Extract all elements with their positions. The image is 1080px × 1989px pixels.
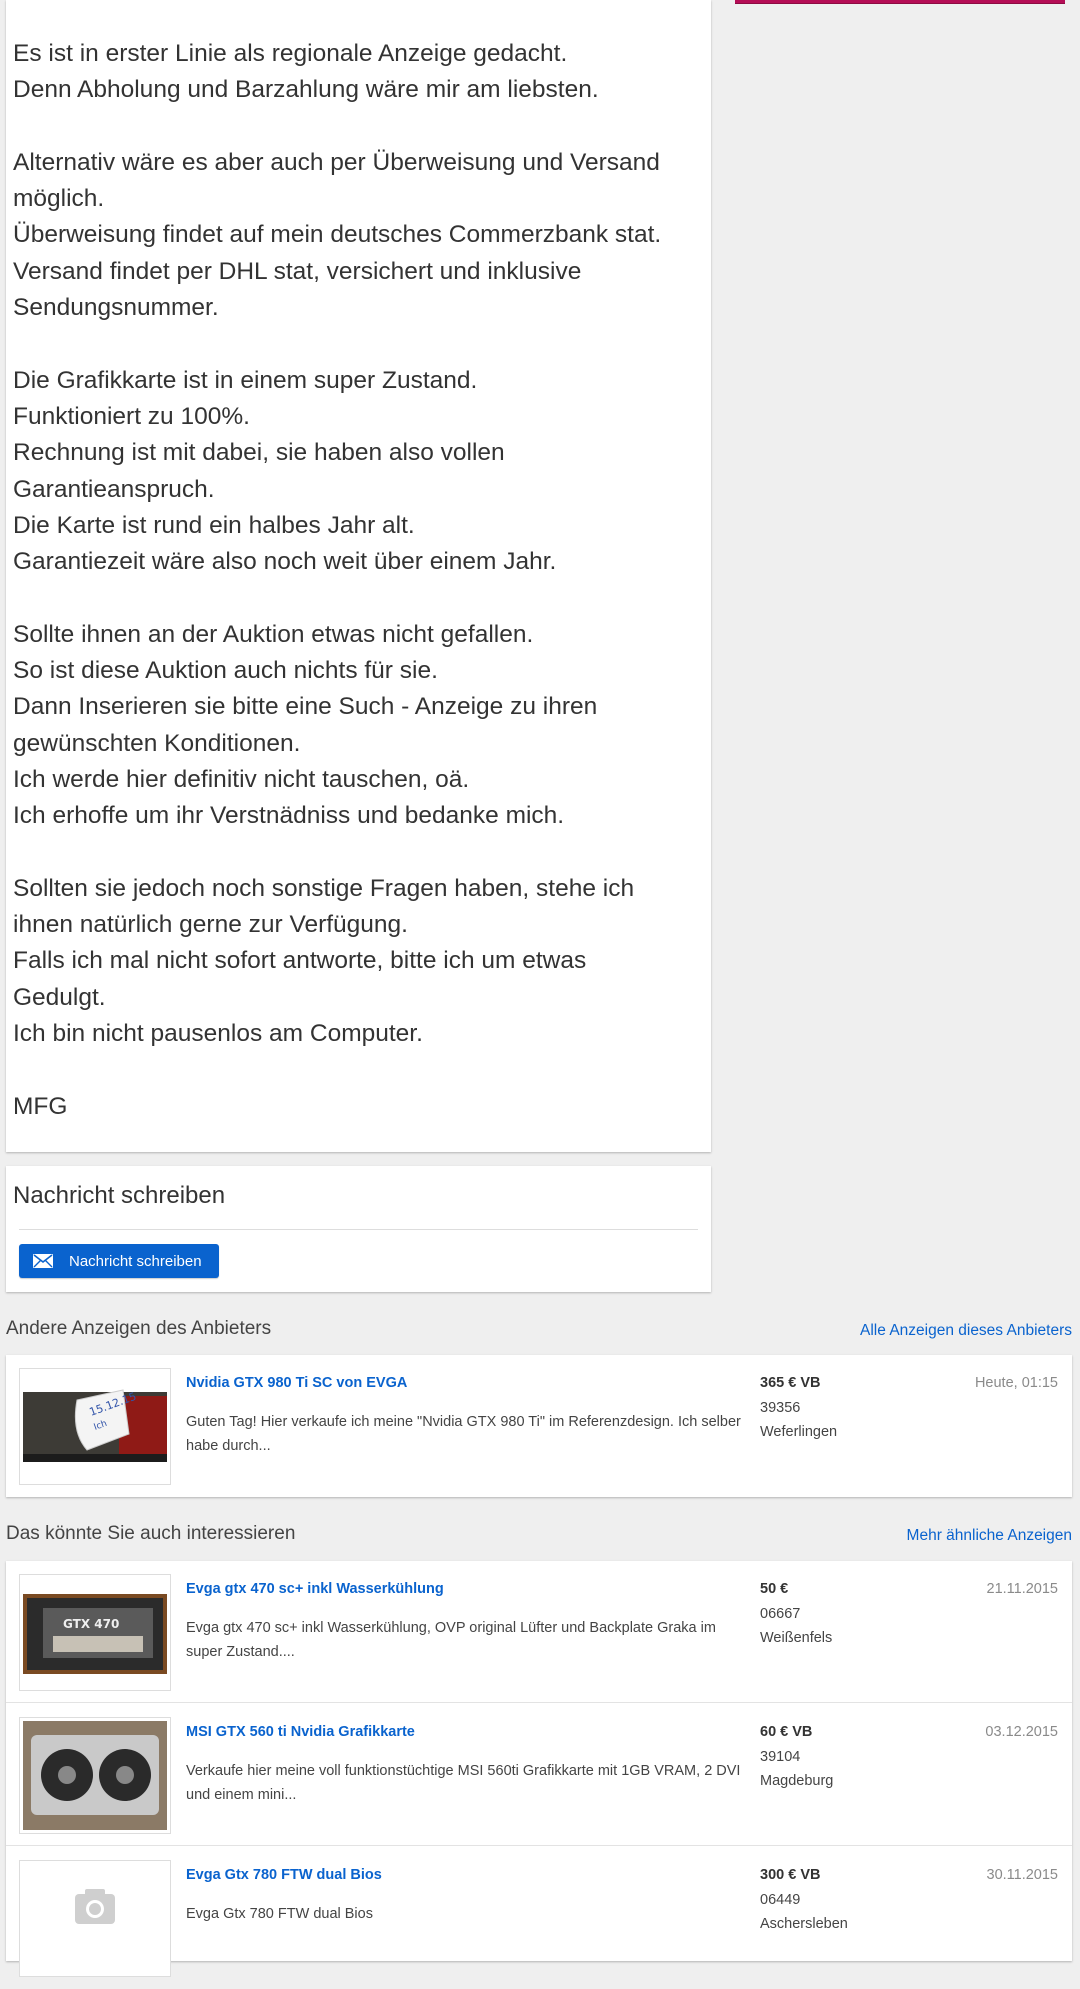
description-line: Sollten sie jedoch noch sonstige Fragen …: [13, 874, 635, 902]
listing-description: Guten Tag! Hier verkaufe ich meine "Nvid…: [186, 1414, 741, 1454]
sidebar-accent-bar: [735, 0, 1065, 4]
listing-thumbnail[interactable]: [19, 1860, 171, 1977]
description-line: Sendungsnummer.: [13, 294, 219, 322]
description-line: Sollte ihnen an der Auktion etwas nicht …: [13, 620, 534, 648]
description-line: MFG: [13, 1092, 68, 1120]
divider: [6, 1702, 1072, 1703]
all-seller-ads-link[interactable]: Alle Anzeigen dieses Anbieters: [860, 1322, 1072, 1340]
write-message-button[interactable]: Nachricht schreiben: [19, 1244, 219, 1278]
write-message-button-label: Nachricht schreiben: [69, 1252, 202, 1270]
listing-price: 300 € VB: [760, 1867, 821, 1883]
description-line: Denn Abholung und Barzahlung wäre mir am…: [13, 76, 599, 104]
listing-title[interactable]: Evga gtx 470 sc+ inkl Wasserkühlung: [186, 1581, 444, 1597]
ad-description: Es ist in erster Linie als regionale Anz…: [13, 36, 698, 1125]
divider: [6, 1845, 1072, 1846]
description-line: Ich bin nicht pausenlos am Computer.: [13, 1020, 423, 1048]
description-line: möglich.: [13, 185, 105, 213]
description-line: Ich erhoffe um ihr Verstnädniss und beda…: [13, 802, 565, 830]
description-line: Funktioniert zu 100%.: [13, 402, 250, 430]
description-line: Dann Inserieren sie bitte eine Such - An…: [13, 693, 598, 721]
listing-city: Weißenfels: [760, 1630, 833, 1646]
description-line: Es ist in erster Linie als regionale Anz…: [13, 40, 568, 67]
description-line: Gedulgt.: [13, 983, 106, 1011]
description-line: Ich werde hier definitiv nicht tauschen,…: [13, 765, 470, 793]
list-item[interactable]: MSI GTX 560 ti Nvidia Grafikkarte Verkau…: [6, 1704, 1072, 1846]
listing-city: Weferlingen: [760, 1424, 838, 1440]
description-line: [13, 835, 698, 871]
listing-title[interactable]: Evga Gtx 780 FTW dual Bios: [186, 1867, 382, 1883]
description-line: [13, 326, 698, 362]
listing-thumbnail[interactable]: GTX 470: [19, 1574, 171, 1691]
description-line: [13, 1052, 698, 1088]
listing-zip: 06667: [760, 1606, 801, 1622]
description-line: ihnen natürlich gerne zur Verfügung.: [13, 911, 408, 939]
listing-price: 365 € VB: [760, 1375, 821, 1391]
listing-description: Evga gtx 470 sc+ inkl Wasserkühlung, OVP…: [186, 1620, 716, 1660]
description-line: Die Grafikkarte ist in einem super Zusta…: [13, 366, 478, 394]
description-line: So ist diese Auktion auch nichts für sie…: [13, 657, 438, 685]
description-line: Versand findet per DHL stat, versichert …: [13, 257, 582, 285]
description-line: gewünschten Konditionen.: [13, 729, 301, 757]
listing-title[interactable]: MSI GTX 560 ti Nvidia Grafikkarte: [186, 1724, 415, 1740]
listing-date: 21.11.2015: [986, 1581, 1059, 1597]
list-item[interactable]: 15.12.15 Ich Nvidia GTX 980 Ti SC von EV…: [6, 1355, 1072, 1497]
listing-date: 03.12.2015: [985, 1724, 1058, 1740]
gpu-photo-image: 15.12.15 Ich: [23, 1372, 167, 1481]
more-similar-ads-link[interactable]: Mehr ähnliche Anzeigen: [907, 1527, 1072, 1545]
listing-zip: 39104: [760, 1749, 801, 1765]
description-line: Rechnung ist mit dabei, sie haben also v…: [13, 439, 505, 467]
listing-date: Heute, 01:15: [974, 1375, 1058, 1391]
message-section-title: Nachricht schreiben: [13, 1182, 226, 1209]
list-item[interactable]: GTX 470 Evga gtx 470 sc+ inkl Wasserkühl…: [6, 1561, 1072, 1703]
envelope-icon: [33, 1254, 53, 1268]
list-item[interactable]: Evga Gtx 780 FTW dual Bios Evga Gtx 780 …: [6, 1847, 1072, 1989]
description-line: [13, 580, 698, 616]
listing-price: 50 €: [760, 1581, 789, 1597]
description-line: Überweisung findet auf mein deutsches Co…: [13, 221, 662, 249]
listing-date: 30.11.2015: [986, 1867, 1059, 1883]
similar-ads-title: Das könnte Sie auch interessieren: [6, 1523, 296, 1544]
listing-description: Verkaufe hier meine voll funktionstüchti…: [186, 1763, 741, 1803]
listing-zip: 39356: [760, 1400, 801, 1416]
seller-ads-title: Andere Anzeigen des Anbieters: [6, 1318, 272, 1339]
gpu-card-image: [23, 1721, 167, 1830]
listing-thumbnail[interactable]: [19, 1717, 171, 1834]
gpu-box-image: GTX 470: [23, 1578, 167, 1687]
description-line: Garantiezeit wäre also noch weit über ei…: [13, 548, 557, 576]
listing-zip: 06449: [760, 1892, 801, 1908]
listing-price: 60 € VB: [760, 1724, 813, 1740]
description-line: Die Karte ist rund ein halbes Jahr alt.: [13, 511, 415, 539]
listing-city: Magdeburg: [760, 1773, 834, 1789]
listing-thumbnail[interactable]: 15.12.15 Ich: [19, 1368, 171, 1485]
description-line: Falls ich mal nicht sofort antworte, bit…: [13, 947, 587, 975]
divider: [19, 1229, 698, 1230]
description-line: Alternativ wäre es aber auch per Überwei…: [13, 148, 660, 176]
svg-text:GTX 470: GTX 470: [63, 1617, 119, 1631]
listing-city: Aschersleben: [760, 1916, 848, 1932]
camera-placeholder-icon: [23, 1864, 167, 1973]
listing-description: Evga Gtx 780 FTW dual Bios: [186, 1906, 373, 1922]
listing-title[interactable]: Nvidia GTX 980 Ti SC von EVGA: [186, 1375, 407, 1391]
description-line: Garantieanspruch.: [13, 475, 215, 503]
description-line: [13, 109, 698, 145]
